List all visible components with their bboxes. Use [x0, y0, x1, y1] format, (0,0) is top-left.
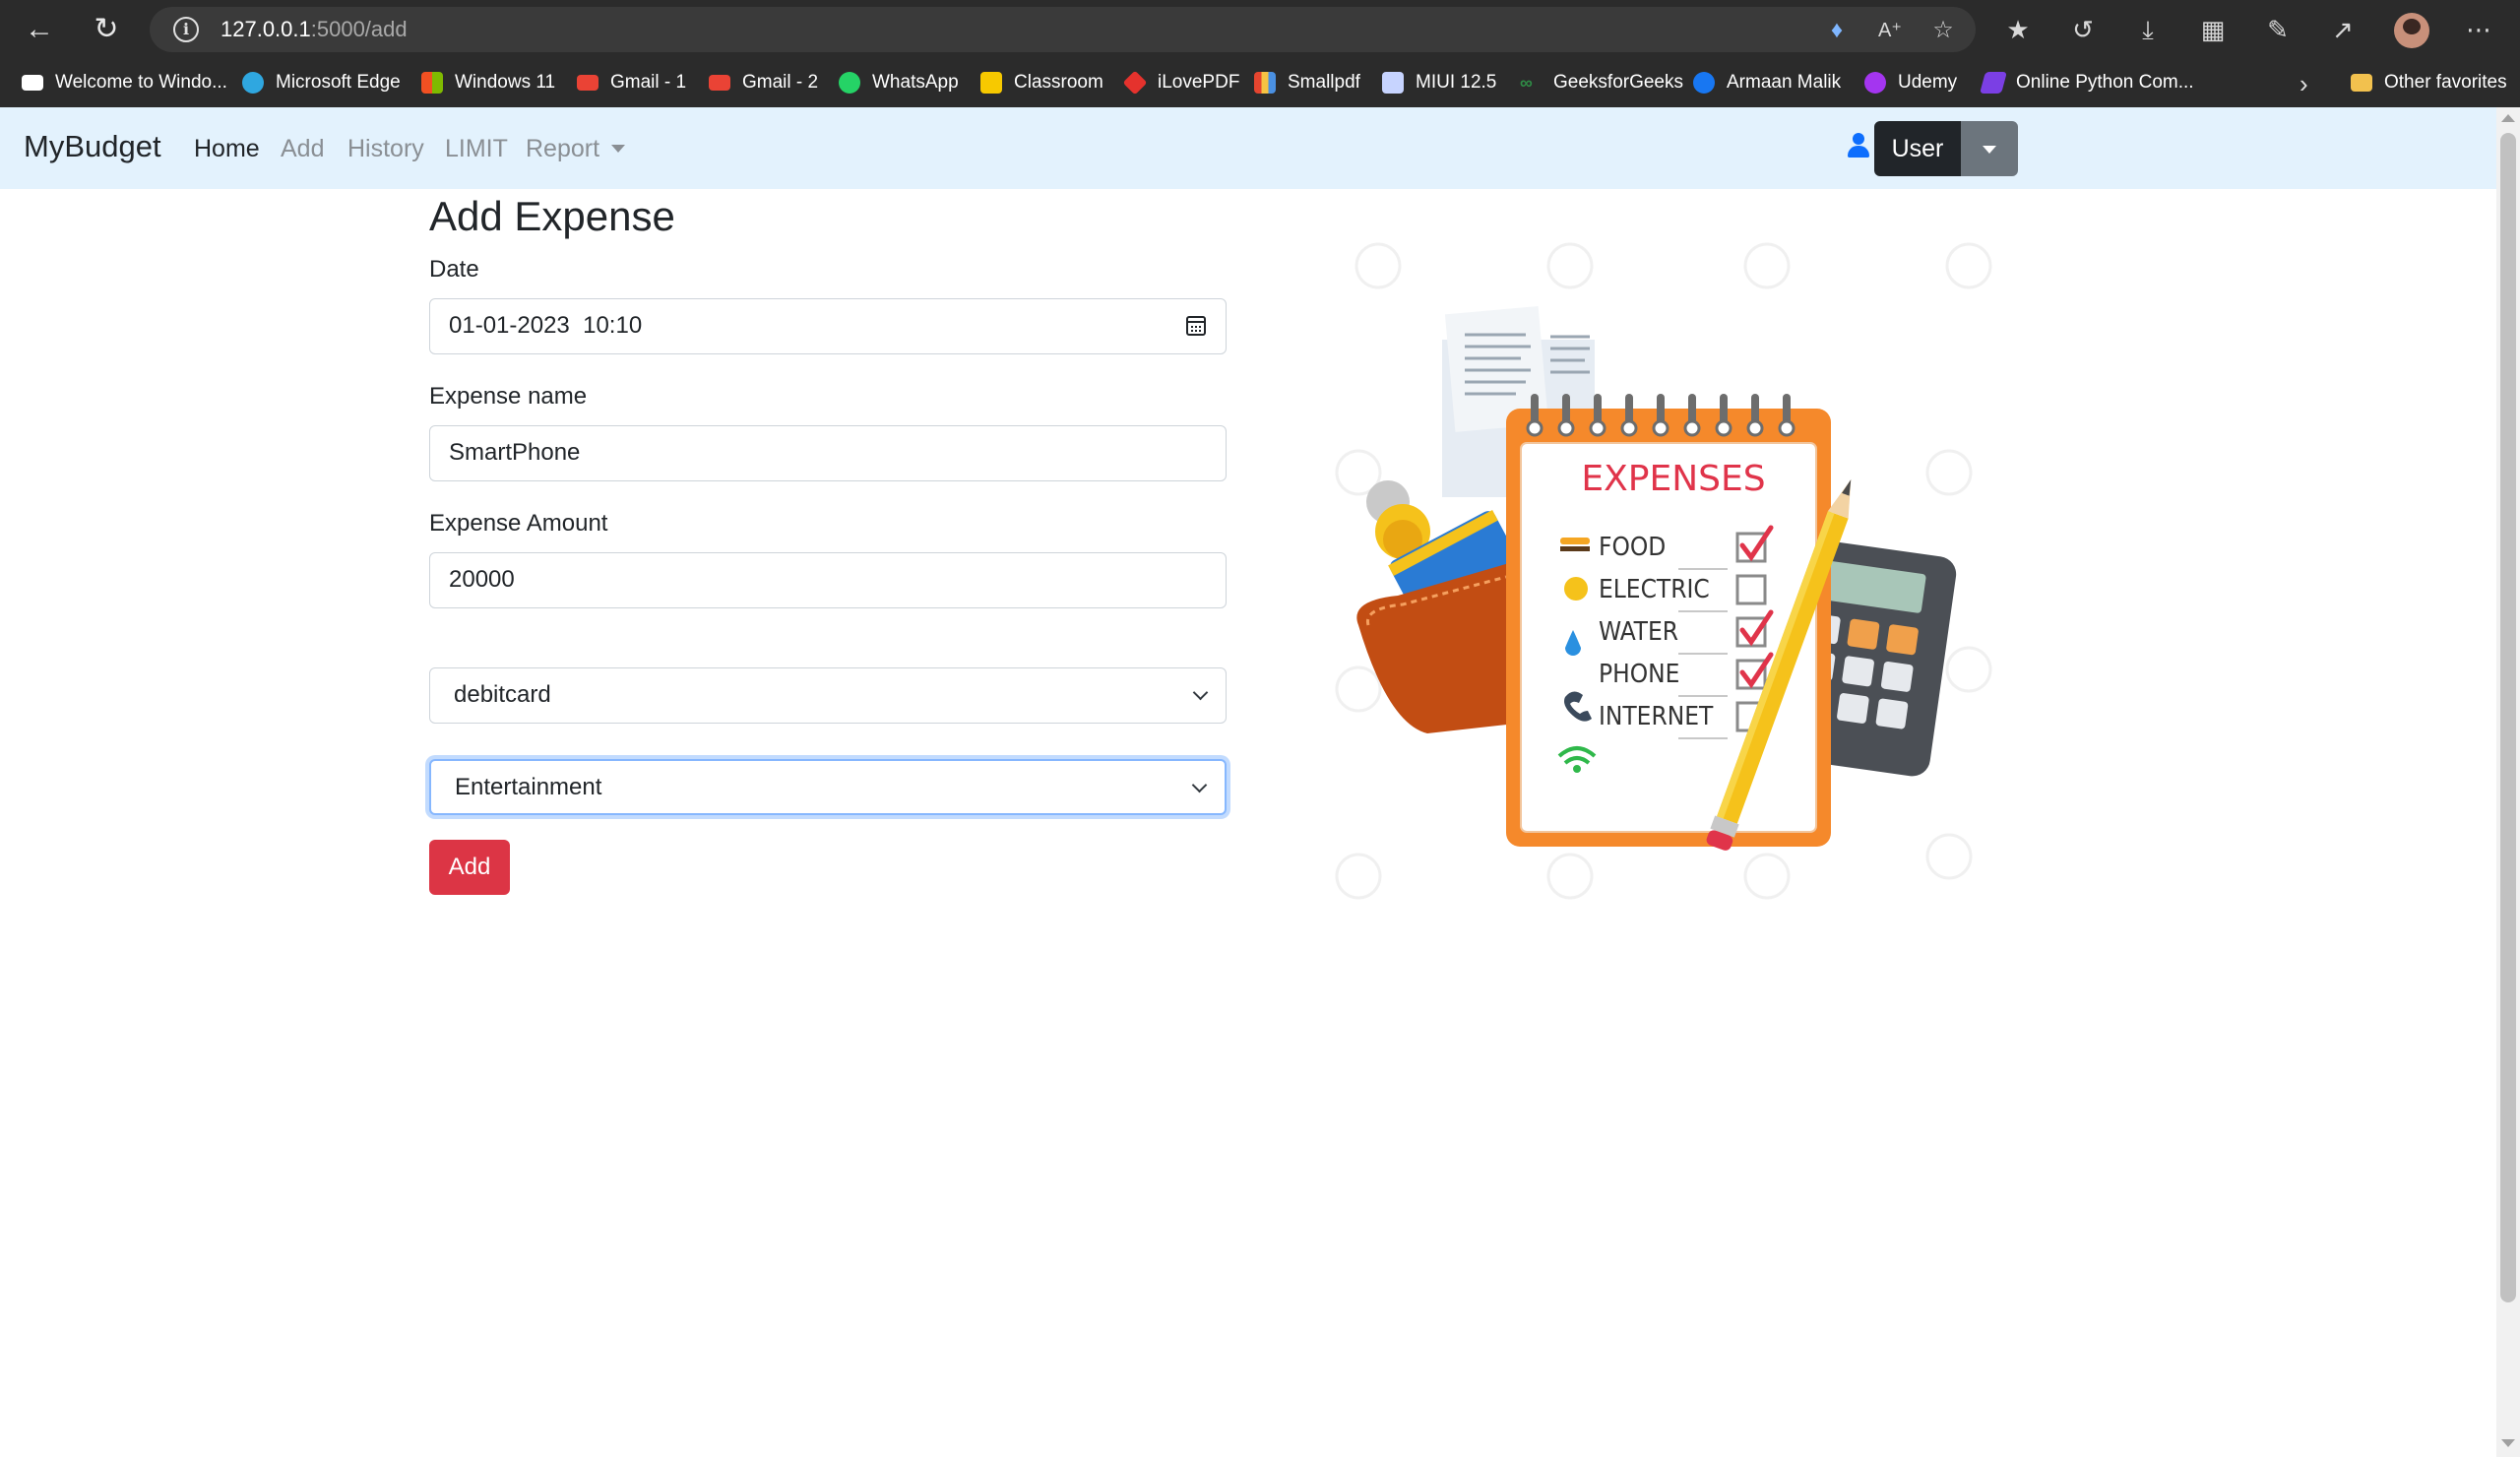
miui-icon	[1382, 72, 1404, 94]
nav-home[interactable]: Home	[194, 135, 260, 163]
read-aloud-icon[interactable]: A⁺	[1876, 17, 1904, 44]
nav-add[interactable]: Add	[281, 135, 324, 163]
app-navbar: MyBudget Home Add History LIMIT Report U…	[0, 107, 2496, 189]
checkbox-electric	[1735, 574, 1767, 605]
caret-down-icon	[1983, 146, 1996, 154]
gmail-icon	[577, 75, 598, 91]
udemy-icon	[1864, 72, 1886, 94]
extensions-icon[interactable]: ▦	[2197, 14, 2229, 45]
illustration-item-label: INTERNET	[1599, 702, 1714, 731]
profile-avatar[interactable]	[2394, 13, 2429, 48]
other-favorites[interactable]: Other favorites	[2351, 65, 2507, 100]
bookmark-item[interactable]: Smallpdf	[1254, 65, 1360, 100]
illustration-item-label: ELECTRIC	[1599, 575, 1710, 604]
bookmarks-bar: Welcome to Windo... Microsoft Edge Windo…	[0, 59, 2520, 107]
bookmark-item[interactable]: Gmail - 1	[577, 65, 686, 100]
notepad-icon: EXPENSES FOOD ELECTRIC WATER PHONE INTER…	[1506, 394, 1831, 847]
scroll-up-arrow-icon[interactable]	[2501, 114, 2515, 122]
python-compiler-icon	[1980, 72, 2007, 94]
site-info-icon[interactable]: i	[173, 17, 199, 42]
expense-name-label: Expense name	[429, 383, 588, 410]
share-icon[interactable]: ↗	[2327, 14, 2359, 45]
downloads-icon[interactable]: ⤓	[2132, 14, 2164, 45]
bookmark-item[interactable]: iLovePDF	[1122, 65, 1239, 100]
classroom-icon	[980, 72, 1002, 94]
nav-limit[interactable]: LIMIT	[445, 135, 508, 163]
bookmark-item[interactable]: Classroom	[980, 65, 1103, 100]
ilovepdf-icon	[1122, 70, 1148, 95]
illustration-title: EXPENSES	[1581, 459, 1765, 499]
payment-method-select[interactable]: debitcard	[429, 667, 1227, 724]
bookmark-item[interactable]: Windows 11	[421, 65, 555, 100]
gmail-icon	[709, 75, 730, 91]
edge-icon	[242, 72, 264, 94]
url-text[interactable]: 127.0.0.1:5000/add	[220, 17, 408, 42]
bulb-icon	[1564, 577, 1588, 601]
chevron-down-icon	[1192, 684, 1209, 701]
address-row: ← ↻ i 127.0.0.1:5000/add ♦ A⁺ ☆ ★ ↺ ⤓ ▦ …	[0, 0, 2520, 59]
expense-amount-input[interactable]: 20000	[429, 552, 1227, 608]
bookmarks-overflow-chevron-icon[interactable]: ›	[2300, 71, 2308, 96]
add-favorite-icon[interactable]: ☆	[1929, 17, 1957, 44]
add-expense-button[interactable]: Add	[429, 840, 510, 895]
page-title: Add Expense	[429, 193, 675, 239]
expense-amount-label: Expense Amount	[429, 510, 608, 537]
address-bar[interactable]: i 127.0.0.1:5000/add ♦ A⁺ ☆	[150, 7, 1976, 52]
folder-icon	[2351, 74, 2372, 92]
caret-down-icon	[611, 145, 626, 153]
back-arrow-icon[interactable]: ←	[22, 12, 57, 47]
user-dropdown-toggle[interactable]	[1961, 121, 2018, 176]
bookmark-item[interactable]: Udemy	[1864, 65, 1957, 100]
illustration-item-label: WATER	[1599, 617, 1678, 647]
date-input[interactable]: 01-01-2023 10:10	[429, 298, 1227, 354]
expense-amount-value: 20000	[449, 566, 515, 593]
date-label: Date	[429, 256, 479, 283]
web-capture-icon[interactable]: ✎	[2262, 14, 2294, 45]
browser-chrome: ← ↻ i 127.0.0.1:5000/add ♦ A⁺ ☆ ★ ↺ ⤓ ▦ …	[0, 0, 2520, 107]
bookmark-item[interactable]: Armaan Malik	[1693, 65, 1841, 100]
bookmark-item[interactable]: Microsoft Edge	[242, 65, 401, 100]
coupon-tag-icon[interactable]: ♦	[1823, 17, 1851, 44]
history-icon[interactable]: ↺	[2067, 14, 2099, 45]
facebook-icon	[1693, 72, 1715, 94]
category-value: Entertainment	[455, 774, 602, 800]
bookmark-item[interactable]: MIUI 12.5	[1382, 65, 1496, 100]
windows-icon	[421, 72, 443, 94]
expense-name-input[interactable]: SmartPhone	[429, 425, 1227, 481]
payment-method-value: debitcard	[454, 681, 551, 708]
calendar-icon[interactable]	[1186, 316, 1206, 336]
scroll-down-arrow-icon[interactable]	[2501, 1439, 2515, 1447]
nav-report-label: Report	[526, 135, 600, 162]
brand-logo[interactable]: MyBudget	[24, 129, 161, 164]
chevron-down-icon	[1191, 777, 1208, 793]
favorites-icon[interactable]: ★	[2002, 14, 2034, 45]
bookmark-item[interactable]: WhatsApp	[839, 65, 959, 100]
page-icon	[22, 75, 43, 91]
nav-report-dropdown[interactable]: Report	[526, 135, 626, 163]
category-select[interactable]: Entertainment	[429, 759, 1227, 815]
bookmark-item[interactable]: ∞ GeeksforGeeks	[1520, 65, 1683, 100]
whatsapp-icon	[839, 72, 860, 94]
bookmark-item[interactable]: Welcome to Windo...	[22, 65, 227, 100]
scrollbar-thumb[interactable]	[2500, 133, 2516, 1302]
bookmark-item[interactable]: Online Python Com...	[1980, 65, 2194, 100]
refresh-icon[interactable]: ↻	[89, 12, 124, 47]
more-menu-icon[interactable]: ⋯	[2463, 14, 2494, 45]
illustration-item-label: FOOD	[1599, 533, 1666, 562]
geeksforgeeks-icon: ∞	[1520, 73, 1533, 93]
smallpdf-icon	[1254, 72, 1276, 94]
illustration-item-label: PHONE	[1599, 660, 1679, 689]
expense-name-value: SmartPhone	[449, 439, 581, 466]
user-button[interactable]: User	[1874, 121, 1961, 176]
burger-patty-icon	[1560, 546, 1590, 551]
expenses-illustration: EXPENSES FOOD ELECTRIC WATER PHONE INTER…	[1335, 242, 1992, 900]
user-icon	[1847, 133, 1870, 160]
date-value: 01-01-2023 10:10	[449, 312, 643, 339]
nav-history[interactable]: History	[347, 135, 424, 163]
burger-icon	[1560, 538, 1590, 544]
bookmark-item[interactable]: Gmail - 2	[709, 65, 818, 100]
